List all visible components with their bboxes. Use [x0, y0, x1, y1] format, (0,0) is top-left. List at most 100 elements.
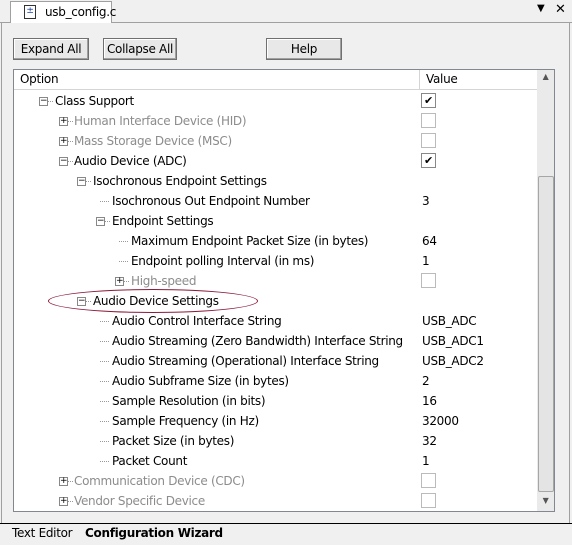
option-checkbox[interactable]: [421, 133, 436, 148]
expand-icon[interactable]: +: [59, 497, 68, 506]
tree-connector: [100, 401, 109, 402]
close-icon[interactable]: ✕: [555, 2, 566, 17]
document-tab-bar: ± usb_config.c ▼ ✕: [0, 0, 572, 23]
collapse-all-button[interactable]: Collapse All: [103, 38, 177, 60]
tree-connector: [68, 481, 73, 482]
tree-connector: [100, 441, 109, 442]
file-tab[interactable]: ± usb_config.c: [10, 1, 116, 23]
tree-connector: [68, 141, 73, 142]
tree-connector: [105, 221, 110, 222]
option-checkbox[interactable]: ✔: [421, 93, 436, 108]
tree-connector: [100, 341, 109, 342]
column-header-value[interactable]: Value: [426, 72, 458, 86]
option-value[interactable]: 32: [422, 434, 437, 448]
tree-row[interactable]: + Mass Storage Device (MSC): [14, 131, 537, 151]
option-checkbox[interactable]: [421, 493, 436, 508]
option-label: Sample Resolution (in bits): [112, 394, 266, 408]
scroll-up-icon[interactable]: ▲: [537, 72, 554, 81]
option-label: Audio Subframe Size (in bytes): [112, 374, 289, 388]
tree-connector: [68, 161, 73, 162]
tree-row[interactable]: Sample Frequency (in Hz) 32000: [14, 411, 537, 431]
option-label: Communication Device (CDC): [74, 474, 245, 488]
option-label: Isochronous Endpoint Settings: [93, 174, 267, 188]
column-divider[interactable]: [419, 70, 420, 89]
tree-connector: [124, 281, 129, 282]
bottom-tab-bar: Text Editor Configuration Wizard: [0, 523, 572, 545]
tree-row[interactable]: − Endpoint Settings: [14, 211, 537, 231]
tree-connector: [68, 501, 73, 502]
collapse-icon[interactable]: −: [96, 217, 105, 226]
expand-icon[interactable]: +: [115, 277, 124, 286]
option-label: Packet Count: [112, 454, 188, 468]
file-tab-label: usb_config.c: [45, 5, 117, 19]
option-checkbox[interactable]: [421, 473, 436, 488]
option-checkbox[interactable]: [421, 273, 436, 288]
option-value[interactable]: 32000: [422, 414, 459, 428]
option-value[interactable]: 1: [422, 254, 430, 268]
option-value[interactable]: 3: [422, 194, 430, 208]
option-value[interactable]: USB_ADC2: [422, 354, 484, 368]
triangle-down-icon[interactable]: ▼: [537, 3, 545, 14]
tree-connector: [119, 241, 128, 242]
option-value[interactable]: 64: [422, 234, 437, 248]
c-file-icon: ±: [24, 5, 36, 19]
tree-row[interactable]: Sample Resolution (in bits) 16: [14, 391, 537, 411]
option-label: Mass Storage Device (MSC): [74, 134, 232, 148]
option-label: Sample Frequency (in Hz): [112, 414, 259, 428]
option-label: Endpoint polling Interval (in ms): [131, 254, 315, 268]
tree-connector: [100, 461, 109, 462]
option-label: Audio Device (ADC): [74, 154, 187, 168]
tree-row[interactable]: Endpoint polling Interval (in ms) 1: [14, 251, 537, 271]
option-label: Audio Streaming (Operational) Interface …: [112, 354, 379, 368]
option-label: Human Interface Device (HID): [74, 114, 247, 128]
option-value[interactable]: USB_ADC: [422, 314, 477, 328]
option-value[interactable]: 2: [422, 374, 430, 388]
column-header-option[interactable]: Option: [20, 72, 59, 86]
tree-connector: [68, 121, 73, 122]
grid-header: Option Value: [14, 70, 537, 90]
tree-row[interactable]: + Communication Device (CDC): [14, 471, 537, 491]
tree-row[interactable]: + High-speed: [14, 271, 537, 291]
tree-row[interactable]: Packet Count 1: [14, 451, 537, 471]
tree-row[interactable]: Isochronous Out Endpoint Number 3: [14, 191, 537, 211]
tree-row[interactable]: − Audio Device (ADC) ✔: [14, 151, 537, 171]
option-label: Audio Streaming (Zero Bandwidth) Interfa…: [112, 334, 403, 348]
collapse-icon[interactable]: −: [39, 97, 48, 106]
scroll-down-icon[interactable]: ▼: [537, 496, 554, 505]
tree-connector: [100, 201, 109, 202]
option-checkbox[interactable]: [421, 113, 436, 128]
tree-row[interactable]: Maximum Endpoint Packet Size (in bytes) 6…: [14, 231, 537, 251]
tree-row[interactable]: Audio Subframe Size (in bytes) 2: [14, 371, 537, 391]
option-label: Audio Control Interface String: [112, 314, 282, 328]
option-label: Class Support: [55, 94, 134, 108]
expand-icon[interactable]: +: [59, 477, 68, 486]
tree-row[interactable]: Audio Streaming (Zero Bandwidth) Interfa…: [14, 331, 537, 351]
option-label: Vendor Specific Device: [74, 494, 205, 508]
option-label: Maximum Endpoint Packet Size (in bytes): [131, 234, 369, 248]
option-label: Isochronous Out Endpoint Number: [112, 194, 310, 208]
tree-connector: [86, 181, 91, 182]
tree-row[interactable]: Packet Size (in bytes) 32: [14, 431, 537, 451]
collapse-icon[interactable]: −: [77, 177, 86, 186]
scrollbar-thumb[interactable]: [538, 176, 554, 492]
option-value[interactable]: USB_ADC1: [422, 334, 484, 348]
tree-row[interactable]: Audio Streaming (Operational) Interface …: [14, 351, 537, 371]
collapse-icon[interactable]: −: [59, 157, 68, 166]
tree-row[interactable]: + Human Interface Device (HID): [14, 111, 537, 131]
vertical-scrollbar[interactable]: ▲ ▼: [537, 70, 554, 511]
tree-row[interactable]: − Class Support ✔: [14, 91, 537, 111]
tree-row[interactable]: Audio Control Interface String USB_ADC: [14, 311, 537, 331]
tree-connector: [100, 421, 109, 422]
expand-icon[interactable]: +: [59, 117, 68, 126]
option-checkbox[interactable]: ✔: [421, 153, 436, 168]
tab-text-editor[interactable]: Text Editor: [12, 524, 73, 542]
help-button[interactable]: Help: [266, 38, 342, 60]
option-value[interactable]: 16: [422, 394, 437, 408]
tree-row[interactable]: + Vendor Specific Device: [14, 491, 537, 511]
expand-icon[interactable]: +: [59, 137, 68, 146]
option-label: Endpoint Settings: [112, 214, 214, 228]
expand-all-button[interactable]: Expand All: [13, 38, 89, 60]
tree-row[interactable]: − Isochronous Endpoint Settings: [14, 171, 537, 191]
option-value[interactable]: 1: [422, 454, 430, 468]
tab-configuration-wizard[interactable]: Configuration Wizard: [85, 524, 223, 542]
